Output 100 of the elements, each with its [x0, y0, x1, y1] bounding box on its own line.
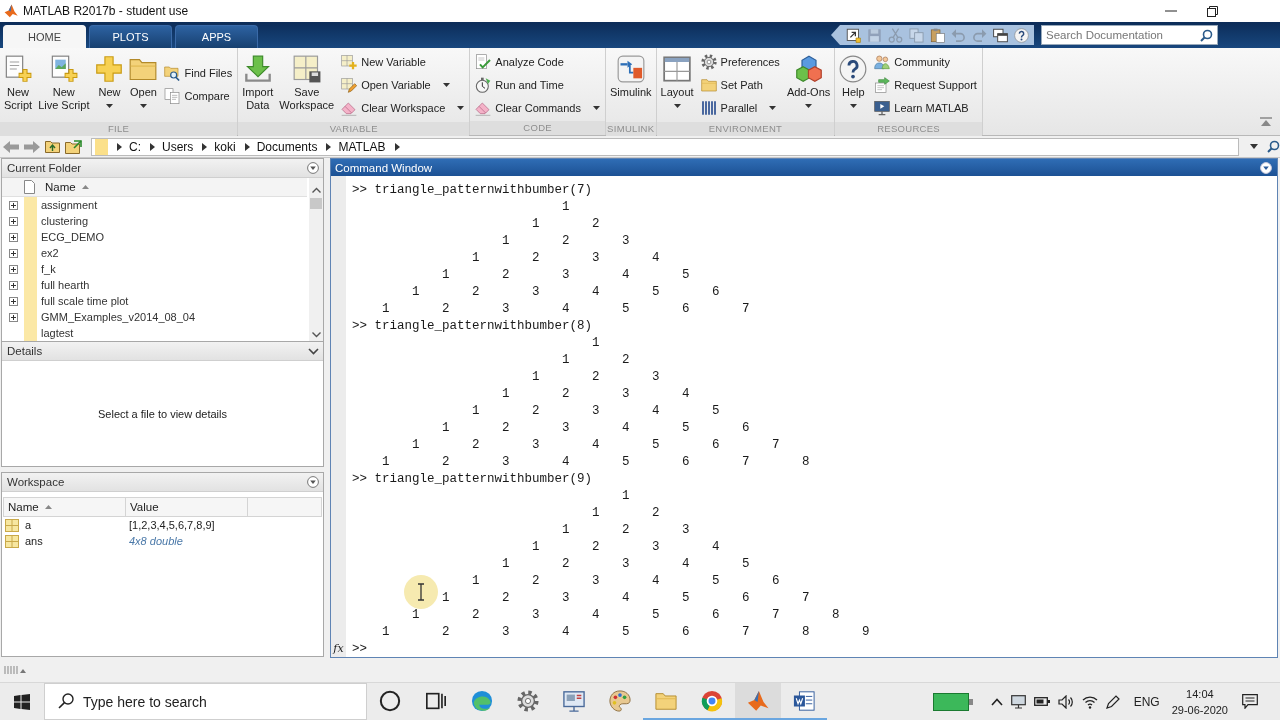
scrollbar-thumb[interactable] [310, 198, 322, 209]
clock[interactable]: 14:04 29-06-2020 [1171, 685, 1228, 718]
expand-plus-icon[interactable] [8, 232, 18, 242]
path-arrow-icon[interactable] [150, 142, 155, 151]
path-field[interactable]: C: Users koki Documents MATLAB [91, 137, 1239, 156]
path-segment[interactable]: MATLAB [338, 139, 386, 154]
output-number: 2 [562, 233, 570, 248]
quick-access-button[interactable] [845, 26, 862, 44]
caret-icon[interactable] [1250, 144, 1258, 149]
expand-plus-icon[interactable] [8, 296, 18, 306]
folder-item[interactable]: GMM_Examples_v2014_08_04 [2, 309, 309, 325]
toolstrip-button[interactable]: Simulink [606, 50, 655, 122]
scroll-down-icon[interactable] [311, 332, 321, 338]
language-indicator[interactable]: ENG [1133, 694, 1160, 709]
monitor-icon[interactable] [1010, 694, 1026, 709]
chevron-down-icon[interactable] [308, 347, 319, 355]
ribbon-tab[interactable]: APPS [175, 25, 258, 48]
toolstrip-button[interactable]: Set Path [698, 73, 782, 96]
output-number: 3 [652, 369, 660, 384]
toolstrip-button[interactable]: Open [126, 50, 161, 122]
expand-plus-icon[interactable] [8, 200, 18, 210]
path-segment[interactable]: Documents [256, 139, 318, 154]
column-header[interactable]: Name [4, 498, 126, 516]
expand-plus-icon[interactable] [8, 312, 18, 322]
battery-icon[interactable] [1033, 697, 1050, 706]
toolstrip-button[interactable]: Run and Time [473, 73, 602, 96]
toolstrip-button[interactable]: New Variable [339, 50, 467, 73]
chevron-up-icon[interactable] [990, 697, 1003, 706]
collapse-icon[interactable] [1260, 117, 1272, 127]
folder-item[interactable]: full hearth [2, 277, 309, 293]
quick-access-button[interactable] [992, 26, 1009, 44]
panel-title: Command Window [335, 161, 433, 174]
toolstrip-button[interactable]: Community [872, 50, 979, 73]
circle-caret-icon[interactable] [307, 476, 319, 488]
folder-item[interactable]: clustering [2, 213, 309, 229]
search-field[interactable]: Search Documentation [1041, 25, 1218, 45]
peak-logo-icon [747, 689, 769, 712]
path-arrow-icon[interactable] [244, 142, 250, 151]
folder-item[interactable]: f_k [2, 261, 309, 277]
path-arrow-icon[interactable] [117, 142, 122, 151]
expand-plus-icon[interactable] [8, 280, 18, 290]
toolstrip-button[interactable]: Analyze Code [473, 50, 602, 73]
circle-caret-icon[interactable] [307, 162, 319, 174]
scrollbar-track[interactable] [309, 178, 323, 341]
taskbar-search-field[interactable]: Type here to search [44, 683, 367, 720]
toolstrip-button[interactable]: New Script [1, 50, 36, 122]
speaker-icon[interactable] [1057, 694, 1074, 709]
wifi-icon[interactable] [1081, 694, 1098, 709]
toolstrip-button[interactable]: Parallel [698, 96, 782, 119]
scroll-up-icon[interactable] [311, 187, 321, 193]
expand-plus-icon[interactable] [8, 264, 18, 274]
column-header[interactable]: Value [126, 498, 248, 516]
folder-item[interactable]: assignment [2, 197, 309, 213]
browse-folder-icon[interactable] [65, 139, 82, 154]
toolstrip-button[interactable]: Save Workspace [276, 50, 338, 122]
battery-meter-icon[interactable] [932, 692, 973, 711]
toolstrip-button[interactable]: Add-Ons [783, 50, 834, 122]
path-segment[interactable]: C: [129, 139, 141, 154]
toolstrip-button[interactable]: Request Support [872, 73, 979, 96]
path-segment[interactable]: koki [214, 139, 236, 154]
variable-name[interactable]: a [25, 519, 32, 531]
function-browser-button[interactable]: fx [333, 642, 344, 655]
variable-name[interactable]: ans [25, 535, 43, 547]
toolstrip-button[interactable]: Import Data [239, 50, 277, 122]
toolstrip-button[interactable]: Learn MATLAB [872, 96, 979, 119]
search-icon[interactable] [1267, 140, 1280, 153]
search-icon[interactable] [1200, 29, 1213, 42]
toolstrip-button[interactable]: Help [836, 50, 871, 122]
pen-icon[interactable] [1105, 694, 1120, 709]
toolstrip-button[interactable]: Open Variable [339, 73, 467, 96]
expand-plus-icon[interactable] [8, 216, 18, 226]
ribbon-tab[interactable]: HOME [3, 25, 86, 48]
path-arrow-icon[interactable] [394, 142, 400, 151]
notification-icon[interactable] [1242, 694, 1258, 709]
column-header[interactable]: Name [45, 181, 76, 193]
toolstrip-button[interactable]: Layout [657, 50, 697, 122]
path-arrow-icon[interactable] [202, 142, 208, 151]
section-label: RESOURCES [835, 122, 982, 136]
toolstrip-button[interactable]: Compare [162, 84, 235, 108]
up-folder-icon[interactable] [45, 140, 60, 153]
grip-icon[interactable] [4, 665, 26, 675]
quick-access-button[interactable] [1013, 26, 1030, 44]
folder-item[interactable]: ex2 [2, 245, 309, 261]
path-arrow-icon[interactable] [326, 142, 332, 151]
toolstrip-button[interactable]: Clear Commands [473, 96, 602, 119]
toolstrip-button[interactable]: Preferences [698, 50, 782, 73]
expand-plus-icon[interactable] [8, 248, 18, 258]
ribbon-tab[interactable]: PLOTS [89, 25, 172, 48]
output-number: 3 [652, 539, 660, 554]
output-number: 9 [862, 624, 870, 639]
toolstrip-button[interactable]: Clear Workspace [339, 96, 467, 119]
output-number: 1 [472, 403, 480, 418]
toolstrip-button[interactable]: New [92, 50, 127, 122]
folder-item[interactable]: lagtest [2, 325, 309, 341]
toolstrip-button[interactable]: New Live Script [35, 50, 93, 122]
folder-item[interactable]: full scale time plot [2, 293, 309, 309]
toolstrip-button[interactable]: Find Files [162, 61, 235, 85]
restore-icon[interactable] [1207, 5, 1218, 17]
path-segment[interactable]: Users [162, 139, 194, 154]
folder-item[interactable]: ECG_DEMO [2, 229, 309, 245]
